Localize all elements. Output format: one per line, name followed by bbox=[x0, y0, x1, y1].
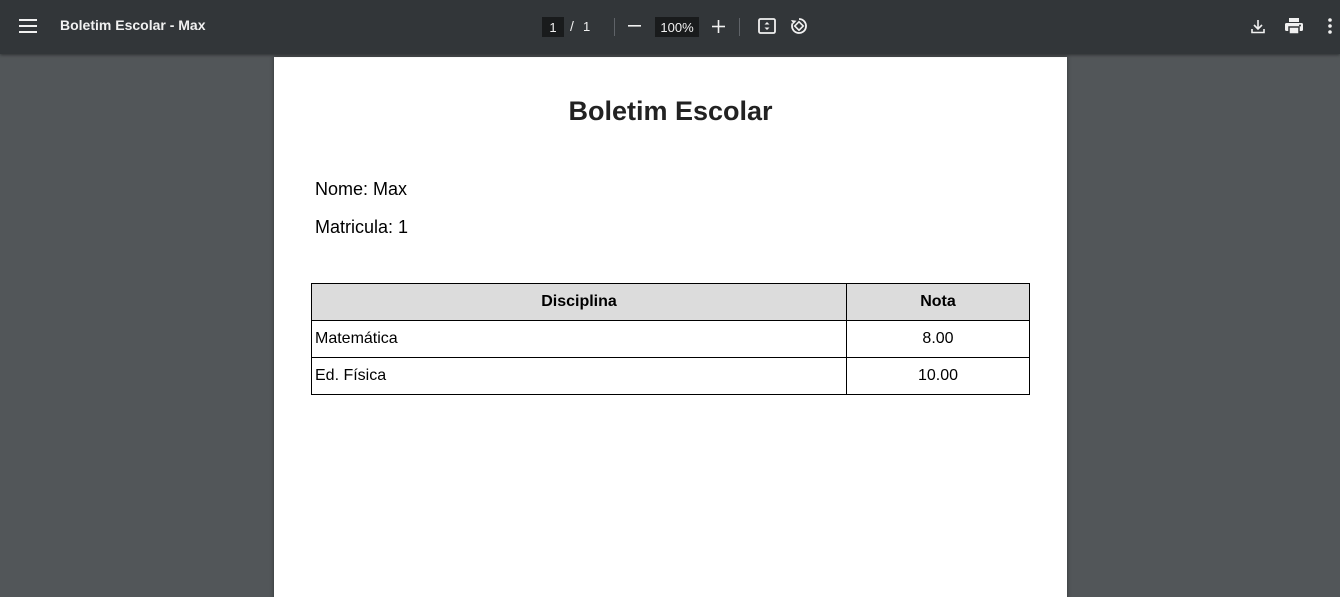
subject-cell: Ed. Física bbox=[311, 357, 847, 395]
page-separator: / bbox=[570, 18, 574, 34]
column-header-grade: Nota bbox=[846, 283, 1030, 321]
student-name: Nome: Max bbox=[315, 179, 408, 199]
report-title: Boletim Escolar bbox=[568, 96, 773, 126]
print-button[interactable] bbox=[1278, 10, 1310, 42]
plus-icon bbox=[711, 19, 725, 33]
grade-cell: 10.00 bbox=[846, 357, 1030, 395]
minus-icon bbox=[627, 25, 641, 27]
print-icon bbox=[1285, 18, 1303, 34]
download-button[interactable] bbox=[1242, 10, 1274, 42]
grade-cell: 8.00 bbox=[846, 320, 1030, 358]
student-registration: Matricula: 1 bbox=[315, 217, 409, 237]
hamburger-menu-icon[interactable] bbox=[12, 10, 44, 42]
more-vertical-icon bbox=[1328, 18, 1332, 34]
fit-to-page-icon bbox=[758, 18, 776, 34]
table-header-row: Disciplina Nota bbox=[311, 283, 1030, 321]
column-header-subject: Disciplina bbox=[311, 283, 847, 321]
document-title: Boletim Escolar - Max bbox=[60, 17, 206, 33]
table-row: Ed. Física 10.00 bbox=[311, 357, 1030, 395]
zoom-out-button[interactable] bbox=[618, 10, 650, 42]
page-number-input[interactable] bbox=[542, 17, 564, 37]
toolbar-divider bbox=[739, 18, 740, 36]
rotate-button[interactable] bbox=[783, 10, 815, 42]
grades-table: Disciplina Nota Matemática 8.00 Ed. Físi… bbox=[311, 283, 1030, 395]
pdf-page: Boletim Escolar Nome: Max Matricula: 1 D… bbox=[274, 57, 1067, 597]
subject-cell: Matemática bbox=[311, 320, 847, 358]
more-options-button[interactable] bbox=[1314, 10, 1340, 42]
download-icon bbox=[1251, 19, 1265, 34]
table-row: Matemática 8.00 bbox=[311, 320, 1030, 358]
toolbar-divider bbox=[614, 18, 615, 36]
pdf-viewer-area[interactable]: Boletim Escolar Nome: Max Matricula: 1 D… bbox=[0, 54, 1340, 597]
rotate-counterclockwise-icon bbox=[790, 17, 808, 35]
pdf-toolbar: Boletim Escolar - Max / 1 bbox=[0, 0, 1340, 54]
page-total: 1 bbox=[583, 19, 591, 34]
zoom-level-input[interactable] bbox=[655, 17, 699, 37]
zoom-in-button[interactable] bbox=[702, 10, 734, 42]
fit-to-page-button[interactable] bbox=[751, 10, 783, 42]
